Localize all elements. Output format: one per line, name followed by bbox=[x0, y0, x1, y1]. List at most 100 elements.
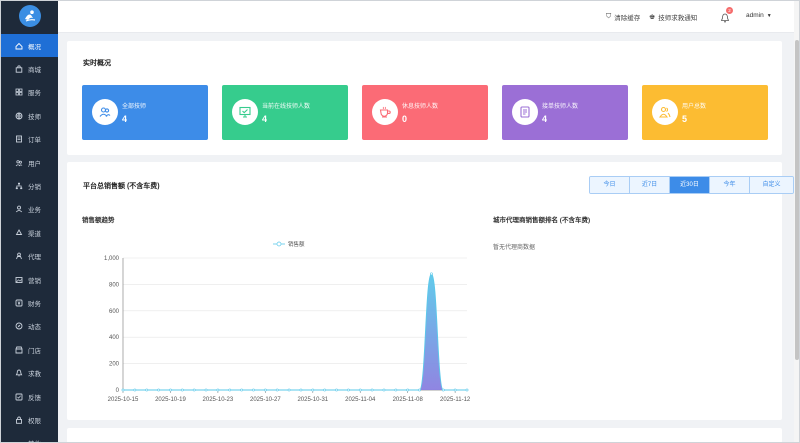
stat-card-label: 接单技师人数 bbox=[542, 104, 579, 110]
sos-notice-link[interactable]: ♚ 技师求救通知 bbox=[649, 12, 697, 22]
sidebar-item-6[interactable]: 分销 bbox=[0, 174, 58, 197]
y-tick-label: 400 bbox=[109, 335, 120, 341]
tab-range-4[interactable]: 自定义 bbox=[750, 177, 793, 193]
store-icon bbox=[15, 346, 23, 354]
data-point bbox=[228, 388, 232, 392]
sidebar-item-label: 反馈 bbox=[28, 394, 41, 402]
monitor-icon bbox=[232, 99, 258, 125]
data-point bbox=[263, 388, 267, 392]
page-scrollbar[interactable] bbox=[794, 0, 800, 443]
tab-range-0[interactable]: 今日 bbox=[590, 177, 630, 193]
sidebar-item-7[interactable]: 业务 bbox=[0, 198, 58, 221]
sidebar-item-12[interactable]: 动态 bbox=[0, 315, 58, 338]
sos-notice-label: 技师求救通知 bbox=[658, 15, 698, 22]
sidebar-item-label: 技师 bbox=[28, 113, 41, 121]
stat-card[interactable]: 接单技师人数 4 bbox=[502, 85, 628, 140]
sidebar-item-label: 权限 bbox=[28, 417, 41, 425]
sidebar-item-label: 其他 bbox=[28, 438, 41, 443]
data-point bbox=[287, 388, 291, 392]
stat-card[interactable]: 用户总数 5 bbox=[642, 85, 768, 140]
sidebar-item-1[interactable]: 商城 bbox=[0, 57, 58, 80]
tab-range-3[interactable]: 今年 bbox=[710, 177, 750, 193]
y-tick-label: 600 bbox=[109, 309, 120, 315]
sidebar-item-label: 概况 bbox=[28, 43, 41, 51]
stat-card[interactable]: 休息技师人数 0 bbox=[362, 85, 488, 140]
grid-icon bbox=[15, 88, 23, 96]
stat-card[interactable]: 当前在线技师人数 4 bbox=[222, 85, 348, 140]
data-point bbox=[157, 388, 160, 392]
feedback-icon bbox=[15, 393, 23, 401]
data-point bbox=[430, 272, 433, 276]
realtime-overview-panel: 实时概况 全部技师 4 当前在线技师人数 4 休息技师人数 0 接单技师人数 4 用户总数 5 bbox=[67, 41, 782, 155]
username: admin bbox=[746, 12, 764, 19]
sidebar-nav: 概况商城服务技师订单用户分销业务渠道代理营销财务动态门店求救反馈权限其他 bbox=[0, 34, 58, 443]
stat-card-label: 休息技师人数 bbox=[402, 104, 439, 110]
sidebar-item-13[interactable]: 门店 bbox=[0, 338, 58, 361]
compass-icon bbox=[15, 322, 23, 330]
sidebar: 概况商城服务技师订单用户分销业务渠道代理营销财务动态门店求救反馈权限其他 bbox=[0, 0, 58, 443]
globe-icon bbox=[15, 112, 23, 120]
x-tick-label: 2025-10-15 bbox=[108, 397, 139, 403]
stat-card-label: 用户总数 bbox=[682, 104, 707, 110]
data-point bbox=[192, 388, 196, 392]
more-icon bbox=[15, 439, 23, 443]
sidebar-item-label: 业务 bbox=[28, 207, 41, 215]
sidebar-item-label: 服务 bbox=[28, 90, 41, 98]
tab-range-2[interactable]: 近30日 bbox=[670, 177, 710, 193]
sidebar-item-17[interactable]: 其他 bbox=[0, 432, 58, 443]
x-tick-label: 2025-11-04 bbox=[345, 397, 376, 403]
data-point bbox=[145, 388, 149, 392]
data-point bbox=[121, 388, 125, 392]
ranking-empty-message: 暂无代理商数据 bbox=[493, 245, 536, 251]
data-point bbox=[370, 388, 374, 392]
sidebar-item-15[interactable]: 反馈 bbox=[0, 385, 58, 408]
overview-cards: 全部技师 4 当前在线技师人数 4 休息技师人数 0 接单技师人数 4 用户总数 5 bbox=[82, 85, 782, 140]
data-point bbox=[204, 388, 208, 392]
sidebar-item-10[interactable]: 营销 bbox=[0, 268, 58, 291]
sidebar-item-3[interactable]: 技师 bbox=[0, 104, 58, 127]
document-icon bbox=[512, 99, 538, 125]
data-point bbox=[311, 388, 315, 392]
sidebar-item-9[interactable]: 代理 bbox=[0, 245, 58, 268]
sidebar-item-4[interactable]: 订单 bbox=[0, 128, 58, 151]
stat-card-value: 4 bbox=[262, 114, 268, 124]
sales-panel: 平台总销售额 (不含车费) 今日 近7日 近30日 今年 自定义 销售额趋势 城市代理商… bbox=[67, 162, 794, 420]
tab-range-1[interactable]: 近7日 bbox=[630, 177, 670, 193]
finance-icon bbox=[15, 299, 23, 307]
sidebar-item-8[interactable]: 渠道 bbox=[0, 221, 58, 244]
data-point bbox=[335, 388, 338, 392]
sidebar-item-label: 订单 bbox=[28, 137, 41, 145]
x-tick-label: 2025-10-27 bbox=[250, 397, 281, 403]
data-point bbox=[323, 388, 327, 392]
sidebar-item-5[interactable]: 用户 bbox=[0, 151, 58, 174]
data-point bbox=[252, 388, 255, 392]
next-panel bbox=[67, 428, 782, 443]
y-tick-label: 0 bbox=[116, 388, 120, 394]
app-logo[interactable] bbox=[19, 5, 41, 27]
date-range-tabs: 今日 近7日 近30日 今年 自定义 bbox=[589, 176, 794, 194]
x-tick-label: 2025-11-12 bbox=[440, 397, 471, 403]
data-point bbox=[465, 388, 469, 392]
sidebar-item-label: 代理 bbox=[28, 254, 41, 262]
user-menu[interactable]: admin ▼ bbox=[746, 12, 772, 19]
stat-card-value: 0 bbox=[402, 114, 408, 124]
data-point bbox=[169, 388, 172, 392]
stat-card[interactable]: 全部技师 4 bbox=[82, 85, 208, 140]
sidebar-item-2[interactable]: 服务 bbox=[0, 81, 58, 104]
data-point bbox=[453, 388, 457, 392]
data-point bbox=[382, 388, 386, 392]
data-point bbox=[406, 388, 410, 392]
sales-title: 平台总销售额 (不含车费) bbox=[83, 183, 160, 190]
sidebar-item-14[interactable]: 求救 bbox=[0, 361, 58, 384]
agent-icon bbox=[15, 252, 23, 260]
sidebar-item-16[interactable]: 权限 bbox=[0, 408, 58, 431]
sidebar-item-0[interactable]: 概况 bbox=[0, 34, 58, 58]
y-tick-label: 1,000 bbox=[104, 256, 120, 262]
data-point bbox=[346, 388, 350, 392]
stat-card-value: 5 bbox=[682, 114, 688, 124]
sidebar-item-11[interactable]: 财务 bbox=[0, 291, 58, 314]
data-point bbox=[441, 388, 445, 392]
scroll-thumb[interactable] bbox=[795, 40, 799, 360]
sitemap-icon bbox=[15, 182, 23, 190]
clear-cache-link[interactable]: ⛉ 清除缓存 bbox=[606, 12, 640, 22]
